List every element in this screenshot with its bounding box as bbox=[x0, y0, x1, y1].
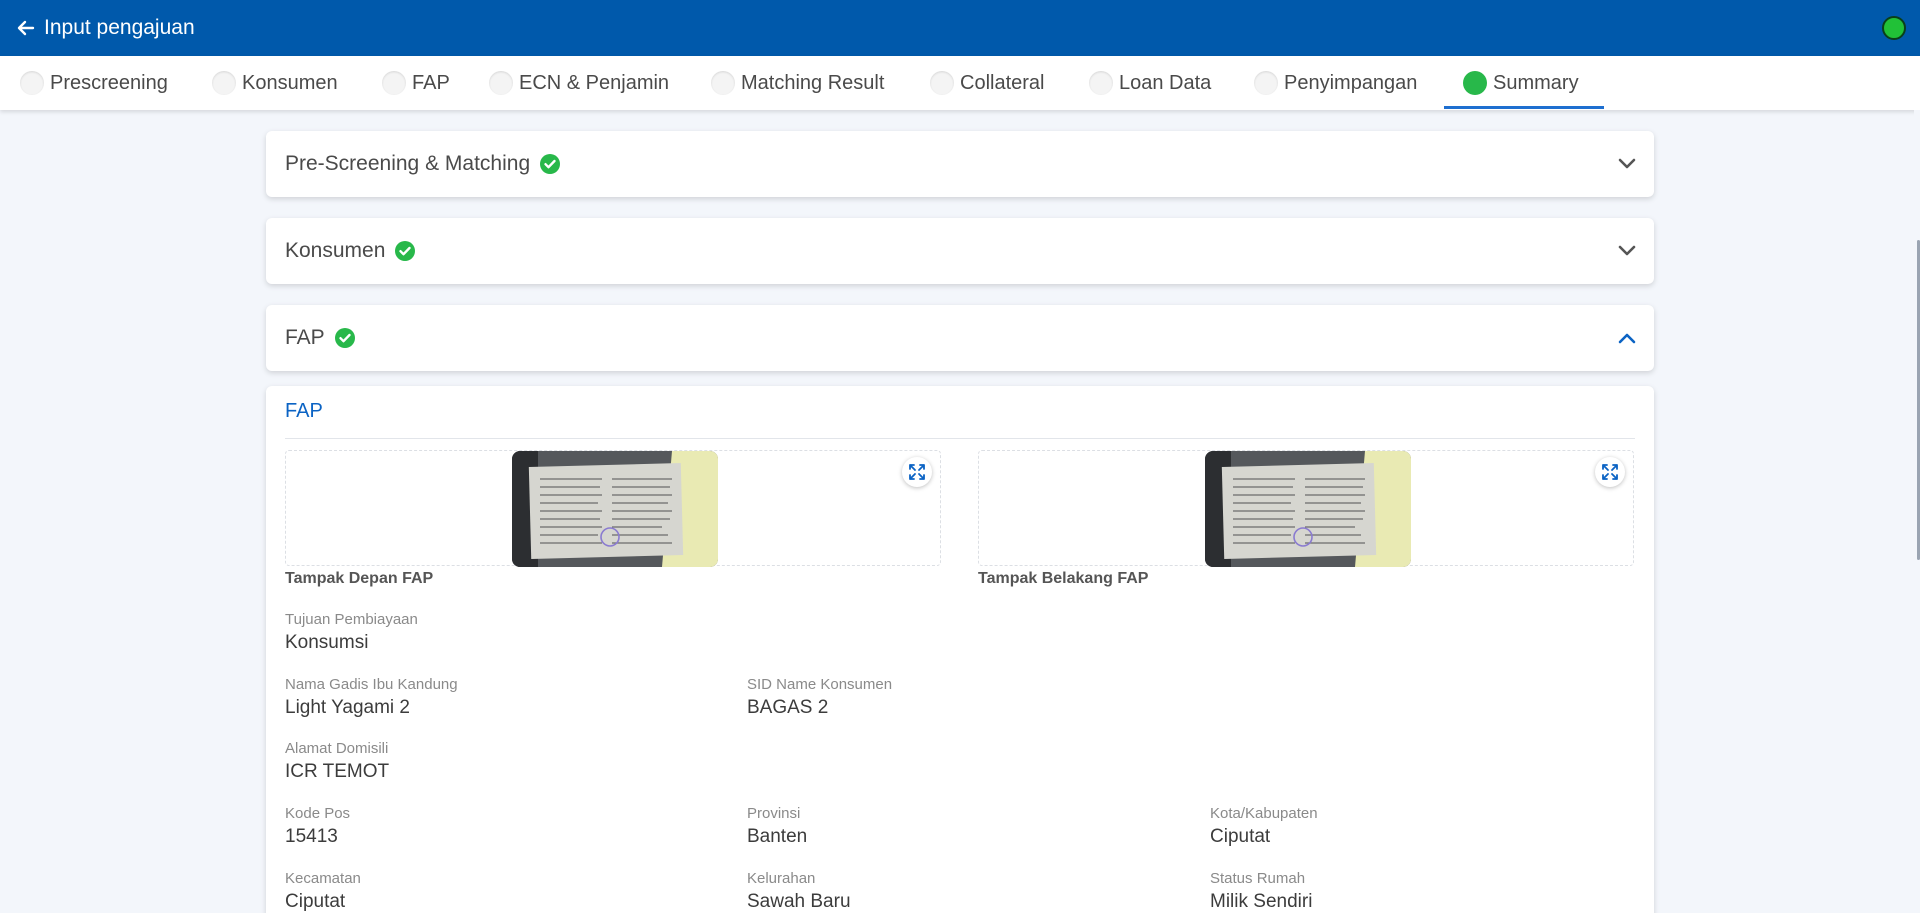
chevron-down-icon[interactable] bbox=[1616, 153, 1638, 175]
step-dot bbox=[1254, 71, 1278, 95]
image-caption-back: Tampak Belakang FAP bbox=[978, 570, 1149, 587]
check-circle-icon bbox=[394, 240, 416, 262]
field-kota-kabupaten: Kota/Kabupaten Ciputat bbox=[1210, 805, 1318, 847]
chevron-up-icon[interactable] bbox=[1616, 327, 1638, 349]
expand-icon[interactable] bbox=[902, 457, 932, 487]
field-kecamatan: Kecamatan Ciputat bbox=[285, 870, 361, 912]
check-circle-icon bbox=[539, 153, 561, 175]
page-title: Input pengajuan bbox=[44, 16, 195, 39]
arrow-left-icon[interactable] bbox=[16, 18, 36, 38]
accordion-fap: FAP bbox=[266, 305, 1654, 371]
accordion-header[interactable]: FAP bbox=[266, 305, 1654, 371]
tab-fap[interactable]: FAP bbox=[382, 56, 450, 110]
step-dot bbox=[489, 71, 513, 95]
tab-collateral[interactable]: Collateral bbox=[930, 56, 1044, 110]
field-provinsi: Provinsi Banten bbox=[747, 805, 808, 847]
field-alamat-domisili: Alamat Domisili ICR TEMOT bbox=[285, 740, 390, 782]
fap-detail-panel: FAP Tampak Depan FAP Tampak Belakang FAP… bbox=[266, 386, 1654, 913]
check-circle-icon bbox=[334, 327, 356, 349]
active-tab-indicator bbox=[1444, 106, 1604, 109]
section-title: FAP bbox=[285, 400, 323, 422]
status-indicator bbox=[1882, 16, 1906, 40]
accordion-header[interactable]: Pre-Screening & Matching bbox=[266, 131, 1654, 197]
fap-back-image[interactable] bbox=[1205, 451, 1411, 567]
step-dot bbox=[212, 71, 236, 95]
accordion-header[interactable]: Konsumen bbox=[266, 218, 1654, 284]
expand-icon[interactable] bbox=[1595, 457, 1625, 487]
field-sid-name-konsumen: SID Name Konsumen BAGAS 2 bbox=[747, 676, 893, 718]
chevron-down-icon[interactable] bbox=[1616, 240, 1638, 262]
image-caption-front: Tampak Depan FAP bbox=[285, 570, 434, 587]
field-status-rumah: Status Rumah Milik Sendiri bbox=[1210, 870, 1313, 912]
field-kode-pos: Kode Pos 15413 bbox=[285, 805, 351, 847]
step-dot bbox=[711, 71, 735, 95]
step-tabs: Prescreening Konsumen FAP ECN & Penjamin… bbox=[0, 56, 1920, 110]
field-nama-gadis-ibu-kandung: Nama Gadis Ibu Kandung Light Yagami 2 bbox=[285, 676, 458, 718]
divider bbox=[285, 438, 1635, 439]
step-dot bbox=[930, 71, 954, 95]
image-frame-back bbox=[978, 450, 1634, 567]
field-tujuan-pembiayaan: Tujuan Pembiayaan Konsumsi bbox=[285, 611, 418, 653]
tab-loan-data[interactable]: Loan Data bbox=[1089, 56, 1211, 110]
scrollbar[interactable] bbox=[1914, 110, 1920, 913]
field-kelurahan: Kelurahan Sawah Baru bbox=[747, 870, 851, 912]
app-header: Input pengajuan bbox=[0, 0, 1920, 56]
accordion-prescreening-matching: Pre-Screening & Matching bbox=[266, 131, 1654, 197]
step-dot bbox=[1089, 71, 1113, 95]
tab-ecn-penjamin[interactable]: ECN & Penjamin bbox=[489, 56, 669, 110]
tab-penyimpangan[interactable]: Penyimpangan bbox=[1254, 56, 1417, 110]
accordion-konsumen: Konsumen bbox=[266, 218, 1654, 284]
image-frame-front bbox=[285, 450, 941, 567]
tab-summary[interactable]: Summary bbox=[1463, 56, 1579, 110]
step-dot-complete bbox=[1463, 71, 1487, 95]
tab-prescreening[interactable]: Prescreening bbox=[20, 56, 168, 110]
tab-matching-result[interactable]: Matching Result bbox=[711, 56, 884, 110]
tab-konsumen[interactable]: Konsumen bbox=[212, 56, 338, 110]
step-dot bbox=[382, 71, 406, 95]
step-dot bbox=[20, 71, 44, 95]
fap-front-image[interactable] bbox=[512, 451, 718, 567]
